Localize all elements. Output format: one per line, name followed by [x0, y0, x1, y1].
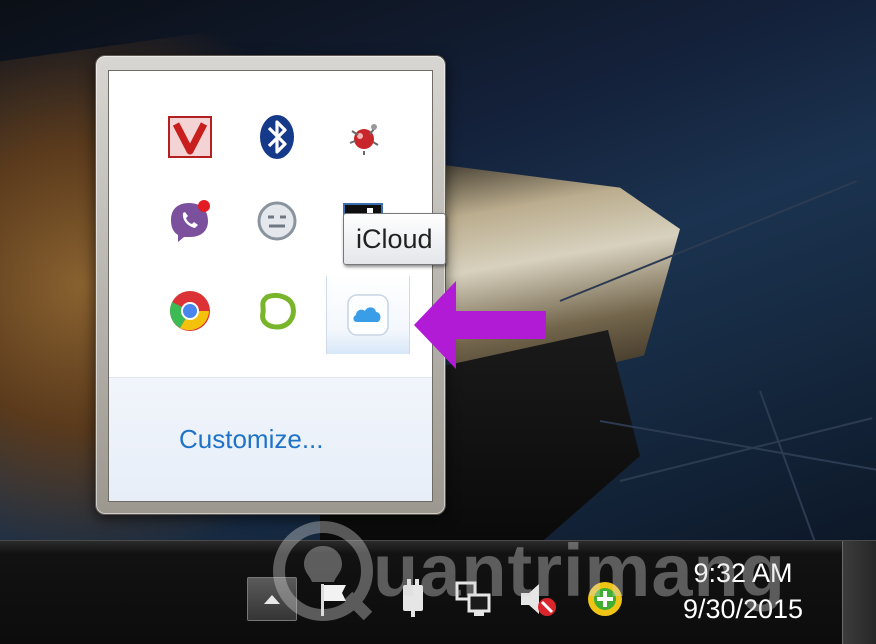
emoji-face-icon[interactable]: [247, 191, 307, 251]
notification-overflow-popup: Customize...: [95, 55, 446, 515]
vipre-antivirus-icon[interactable]: [160, 107, 220, 167]
icloud-icon[interactable]: [326, 276, 410, 354]
viber-icon[interactable]: [160, 191, 220, 251]
popup-content: Customize...: [108, 70, 433, 502]
bluetooth-icon[interactable]: [247, 107, 307, 167]
clock-date: 9/30/2015: [682, 594, 804, 624]
network-monitor-icon[interactable]: [452, 577, 496, 621]
speaker-muted-icon[interactable]: [515, 577, 561, 621]
update-shield-icon[interactable]: [582, 577, 628, 621]
taskbar: 9:32 AM 9/30/2015: [0, 540, 876, 644]
customize-section: Customize...: [109, 377, 432, 501]
pointer-arrow-icon: [414, 281, 546, 369]
customize-link[interactable]: Customize...: [179, 424, 324, 455]
icloud-tooltip: iCloud: [343, 213, 446, 265]
system-clock[interactable]: 9:32 AM 9/30/2015: [668, 555, 818, 627]
chrome-icon[interactable]: [160, 281, 220, 341]
clock-time: 9:32 AM: [693, 558, 793, 588]
show-hidden-icons-button[interactable]: [247, 577, 297, 621]
network-bug-icon[interactable]: [334, 107, 394, 167]
green-lasso-icon[interactable]: [247, 281, 307, 341]
flag-icon[interactable]: [312, 577, 354, 621]
power-plug-icon[interactable]: [392, 577, 434, 621]
show-desktop-button[interactable]: [842, 541, 876, 644]
